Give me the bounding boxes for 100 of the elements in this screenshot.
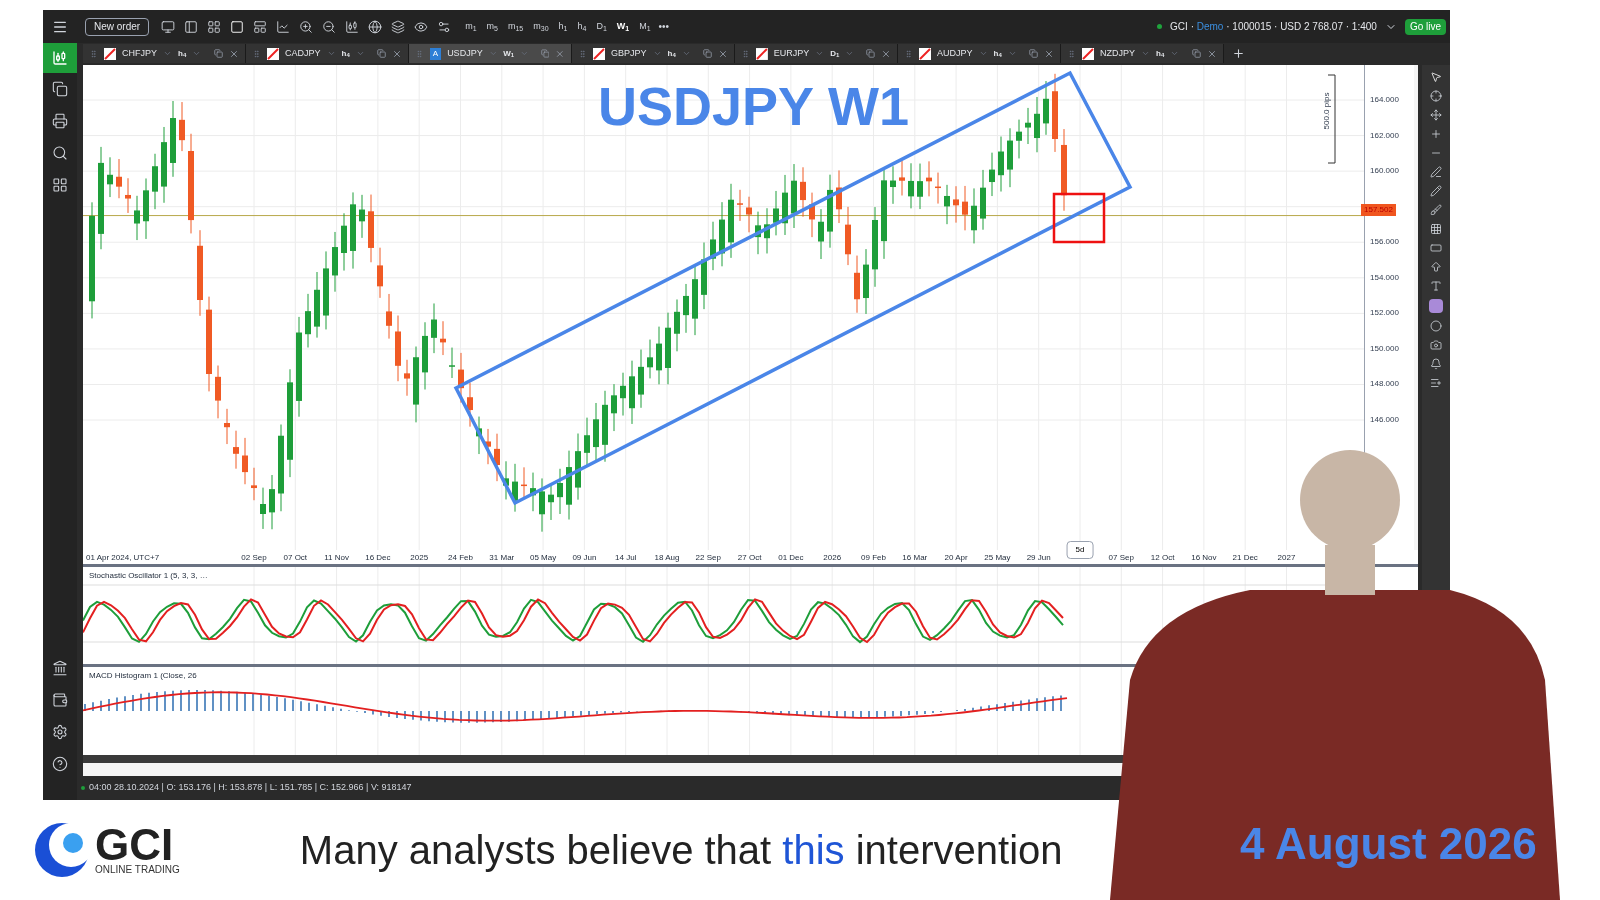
price-label: 146.000: [1370, 415, 1399, 426]
pencil-icon[interactable]: [1430, 185, 1442, 197]
timeframe-button[interactable]: m$_{5}$: [484, 19, 500, 34]
timeframe-button[interactable]: h$_{4}$: [575, 19, 589, 34]
close-icon[interactable]: [881, 48, 892, 59]
close-icon[interactable]: [1044, 48, 1054, 59]
detach-icon[interactable]: [377, 49, 386, 58]
date-label: 07 Oct: [283, 552, 308, 564]
panel-icon[interactable]: [184, 19, 199, 34]
text-icon[interactable]: [1430, 280, 1442, 292]
rectangle-icon[interactable]: [1430, 242, 1442, 254]
price-label: 162.000: [1370, 130, 1399, 141]
new-order-button[interactable]: New order: [85, 17, 150, 36]
grip-icon: [741, 47, 750, 60]
candle: [1043, 80, 1049, 136]
camera-icon[interactable]: [1430, 339, 1442, 351]
candle: [899, 160, 905, 196]
detach-icon[interactable]: [703, 49, 712, 58]
candlestick-icon[interactable]: [345, 19, 360, 34]
candle: [458, 352, 464, 404]
grid-icon[interactable]: [207, 19, 222, 34]
bell-icon[interactable]: [1430, 358, 1442, 370]
color-swatch[interactable]: [1429, 299, 1443, 313]
wallet-icon[interactable]: [52, 692, 68, 708]
detach-icon[interactable]: [214, 49, 223, 58]
candle: [620, 372, 626, 417]
candle: [863, 248, 869, 315]
detach-icon[interactable]: [1029, 49, 1038, 58]
close-icon[interactable]: [229, 48, 239, 59]
close-icon[interactable]: [1207, 48, 1217, 59]
timeframe-button[interactable]: M$_{1}$: [637, 19, 653, 34]
candle: [791, 163, 797, 229]
eye-icon[interactable]: [414, 19, 429, 34]
close-icon[interactable]: [718, 48, 728, 59]
date-label: 16 Nov: [1191, 552, 1217, 564]
date-label: 02 Sep: [241, 552, 267, 564]
chart-mode-tab[interactable]: [43, 43, 77, 73]
detach-icon[interactable]: [1192, 49, 1201, 58]
timeframe-label: D$_{1}$: [830, 47, 840, 60]
settings-icon[interactable]: [52, 724, 68, 740]
candle: [944, 184, 950, 225]
chart-line-icon[interactable]: [276, 19, 291, 34]
go-live-button[interactable]: Go live: [1404, 18, 1446, 35]
grip-icon: [578, 47, 587, 60]
timeframe-button[interactable]: m$_{15}$: [505, 19, 526, 34]
settings-icon[interactable]: [437, 19, 452, 34]
monitor-icon[interactable]: [161, 19, 176, 34]
copy-icon[interactable]: [52, 81, 68, 97]
candle: [404, 359, 410, 397]
timeframe-button[interactable]: D$_{1}$: [594, 19, 609, 34]
chart-tab[interactable]: EURJPY D$_{1}$: [735, 44, 898, 63]
candle: [701, 242, 707, 310]
printer-icon[interactable]: [52, 113, 68, 129]
price-label: 164.000: [1370, 95, 1399, 105]
chart-tab[interactable]: AUDJPY h$_{4}$: [898, 44, 1061, 63]
plus-icon[interactable]: [1430, 128, 1442, 140]
brush-icon[interactable]: [1430, 204, 1442, 216]
axis-start-label: 01 Apr 2024, UTC+7: [86, 552, 160, 564]
help-icon[interactable]: [52, 756, 68, 772]
timeframe-button[interactable]: h$_{1}$: [556, 19, 570, 34]
bank-icon[interactable]: [52, 660, 68, 676]
zoom-in-icon[interactable]: [299, 19, 314, 34]
close-icon[interactable]: [392, 48, 402, 59]
flag-icon: [1082, 47, 1094, 60]
candle: [674, 298, 680, 352]
pen-icon[interactable]: [1430, 166, 1442, 178]
more-button[interactable]: •••: [658, 19, 670, 34]
layout-icon[interactable]: [253, 19, 268, 34]
candle: [260, 487, 266, 530]
highlight-frame: [1052, 192, 1106, 244]
chart-tab[interactable]: CHFJPY h$_{4}$: [83, 44, 246, 63]
candle: [818, 208, 824, 260]
grid-icon[interactable]: [1430, 223, 1442, 235]
crosshair-icon[interactable]: [1430, 90, 1442, 102]
cursor-icon[interactable]: [1430, 71, 1442, 83]
arrow-up-icon[interactable]: [1430, 261, 1442, 273]
zoom-out-icon[interactable]: [322, 19, 337, 34]
square-icon[interactable]: [230, 19, 245, 34]
pips-label: 500.0 pips: [1321, 92, 1333, 130]
circle-icon[interactable]: [1430, 320, 1442, 332]
timeframe-button[interactable]: W$_{1}$: [614, 19, 632, 34]
timeframe-button[interactable]: m$_{1}$: [463, 19, 479, 34]
chart-tab[interactable]: GBPJPY h$_{4}$: [572, 44, 735, 63]
globe-icon[interactable]: [368, 19, 383, 34]
layers-icon[interactable]: [391, 19, 406, 34]
candle: [359, 194, 365, 239]
date-label: 29 Jun: [1026, 552, 1051, 564]
add-tab-icon[interactable]: [1232, 47, 1245, 60]
search-icon[interactable]: [52, 145, 68, 161]
list-icon[interactable]: [1430, 377, 1442, 389]
timeframe-button[interactable]: m$_{30}$: [531, 19, 551, 34]
chart-tab[interactable]: NZDJPY h$_{4}$: [1061, 44, 1224, 63]
dashboard-icon[interactable]: [52, 177, 68, 193]
date-label: 05 May: [530, 552, 557, 564]
candle: [431, 302, 437, 354]
timeframe-label: h$_{4}$: [1156, 47, 1165, 60]
move-icon[interactable]: [1430, 109, 1442, 121]
chart-tab[interactable]: CADJPY h$_{4}$: [246, 44, 409, 63]
candle: [926, 160, 932, 197]
detach-icon[interactable]: [866, 49, 876, 58]
